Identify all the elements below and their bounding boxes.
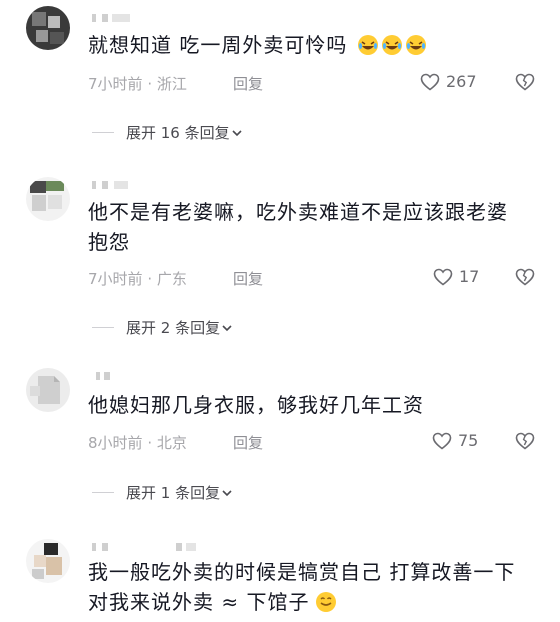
like-button[interactable]: 267 [420,72,477,91]
timestamp: 7小时前 [88,270,143,288]
laughing-crying-emoji [381,35,402,55]
expand-replies-button[interactable]: 展开 2 条回复 [92,317,234,338]
location: 浙江 [156,75,187,93]
avatar[interactable] [26,368,70,412]
username[interactable] [92,12,152,24]
comment-meta: 7小时前 · 广东 [88,270,187,288]
divider [92,327,114,328]
username[interactable] [92,541,196,553]
avatar[interactable] [26,539,70,583]
timestamp: 7小时前 [88,75,143,93]
comment-meta: 8小时前 · 北京 [88,434,187,452]
dislike-button[interactable] [515,73,535,95]
timestamp: 8小时前 [88,434,143,452]
dislike-button[interactable] [515,432,535,454]
heart-outline-icon [432,432,452,450]
reply-button[interactable]: 回复 [233,73,263,94]
username[interactable] [92,179,152,191]
comment-text: 他不是有老婆嘛，吃外卖难道不是应该跟老婆抱怨 [88,200,508,254]
comment-meta: 7小时前 · 浙江 [88,75,187,93]
dislike-button[interactable] [515,268,535,290]
smile-emoji [316,592,337,612]
chevron-down-icon [222,324,232,331]
comment-text: 我一般吃外卖的时候是犒赏自己 打算改善一下 对我来说外卖 ≈ 下馆子 [88,560,516,614]
comment-item: 他媳妇那几身衣服，够我好几年工资 8小时前 · 北京 回复 75 展开 1 条回… [0,360,560,510]
reply-button[interactable]: 回复 [233,268,263,289]
comment-text: 就想知道 吃一周外卖可怜吗 [88,30,540,60]
comment-text: 他媳妇那几身衣服，够我好几年工资 [88,393,424,417]
location: 北京 [156,434,187,452]
like-count: 267 [446,72,477,91]
laughing-crying-emoji [357,35,378,55]
laughing-crying-emoji [405,35,426,55]
reply-button[interactable]: 回复 [233,432,263,453]
broken-heart-icon [515,432,535,450]
chevron-down-icon [232,129,242,136]
divider [92,492,114,493]
expand-replies-button[interactable]: 展开 1 条回复 [92,482,234,503]
avatar[interactable] [26,177,70,221]
broken-heart-icon [515,73,535,91]
heart-outline-icon [420,73,440,91]
broken-heart-icon [515,268,535,286]
comment-item: 我一般吃外卖的时候是犒赏自己 打算改善一下 对我来说外卖 ≈ 下馆子 [0,525,560,622]
chevron-down-icon [222,489,232,496]
divider [92,132,114,133]
heart-outline-icon [433,268,453,286]
expand-replies-button[interactable]: 展开 16 条回复 [92,122,244,143]
like-button[interactable]: 17 [433,267,479,286]
like-count: 17 [459,267,480,286]
location: 广东 [156,270,187,288]
avatar[interactable] [26,6,70,50]
comment-item: 他不是有老婆嘛，吃外卖难道不是应该跟老婆抱怨 7小时前 · 广东 回复 17 展… [0,165,560,345]
username[interactable] [92,370,152,382]
like-button[interactable]: 75 [432,431,478,450]
like-count: 75 [458,431,479,450]
comment-item: 就想知道 吃一周外卖可怜吗 7小时前 · 浙江 回复 267 展开 16 条回复 [0,0,560,160]
